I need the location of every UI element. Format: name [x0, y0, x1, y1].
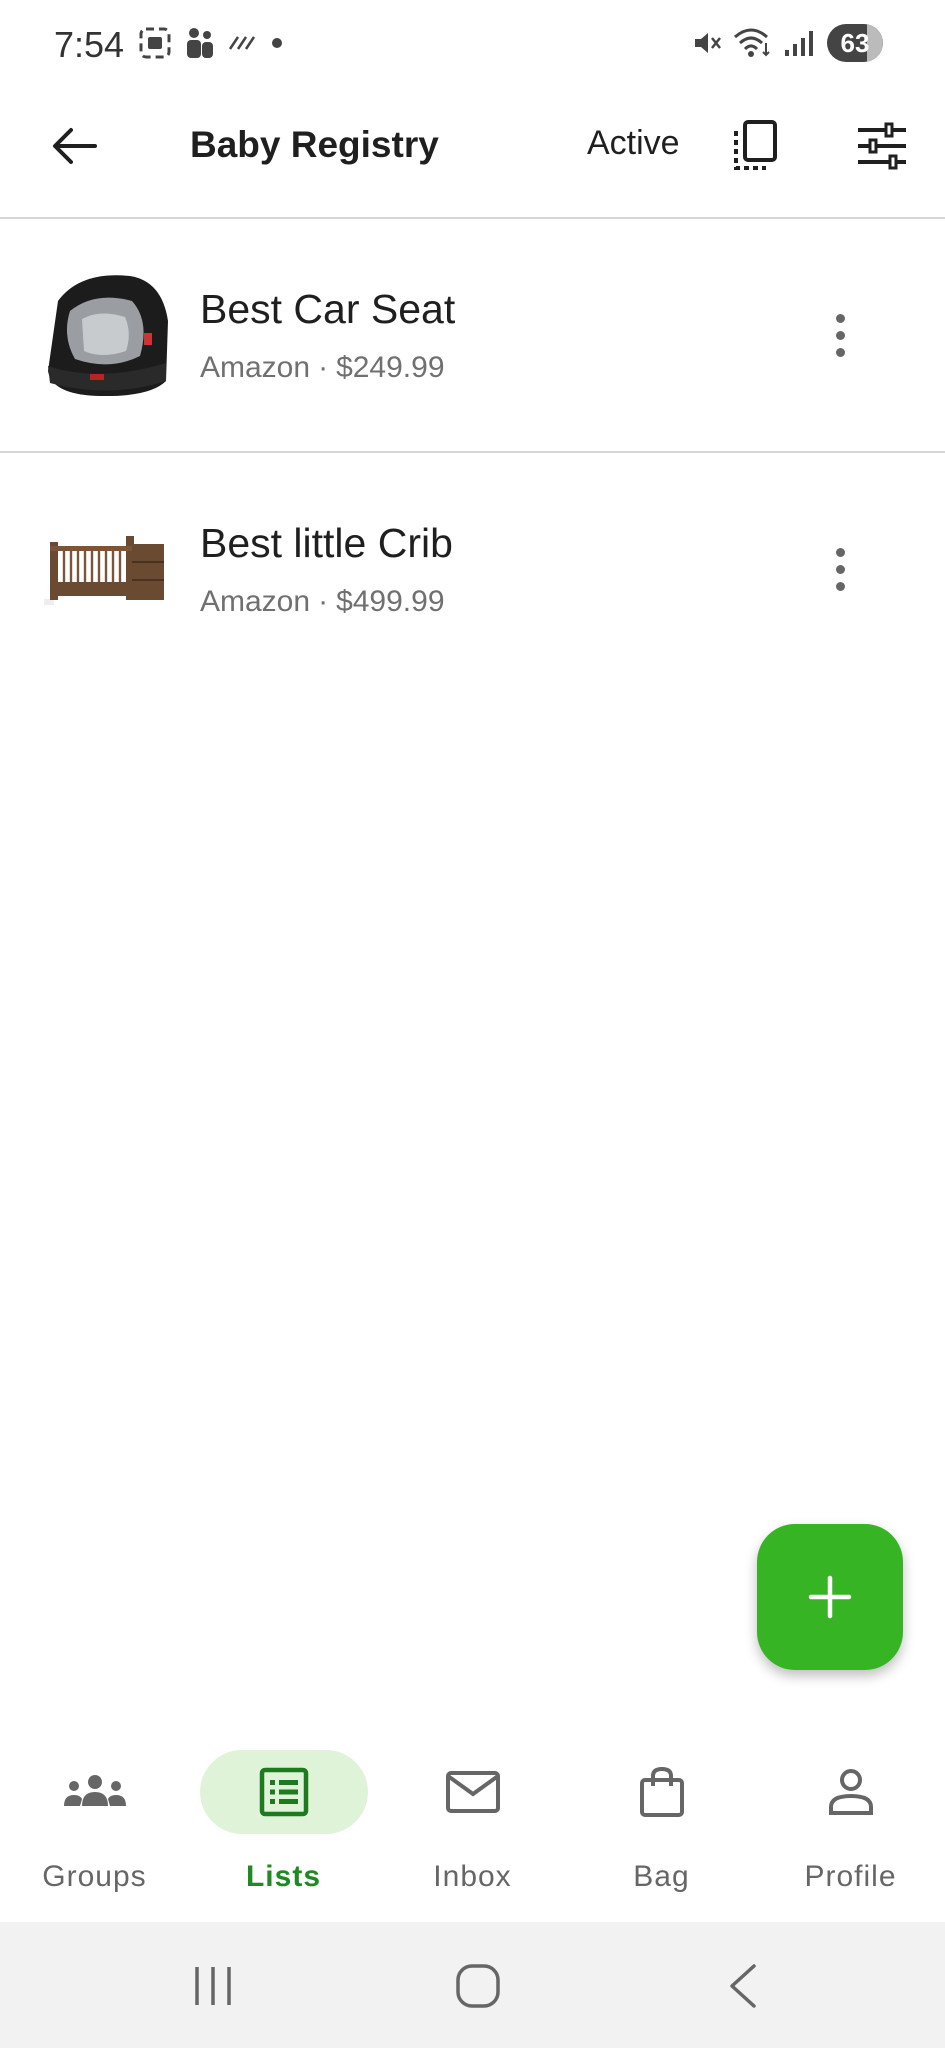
- people-icon: [187, 28, 213, 58]
- battery-level: 63: [840, 27, 870, 58]
- more-options-button[interactable]: [820, 524, 860, 614]
- data-icon: [228, 36, 256, 50]
- list-item[interactable]: Best little Crib Amazon · $499.99: [0, 452, 945, 682]
- screenshot-icon: [139, 27, 171, 59]
- car-seat-image: [40, 271, 170, 401]
- mail-icon: [445, 1771, 500, 1813]
- nav-label: Bag: [633, 1860, 690, 1893]
- nav-profile[interactable]: Profile: [756, 1750, 945, 1900]
- item-price: $499.99: [336, 585, 445, 618]
- more-options-button[interactable]: [820, 290, 860, 380]
- nav-active-indicator: [199, 1750, 368, 1834]
- page-title: Baby Registry: [190, 124, 439, 165]
- battery-icon: 63: [827, 24, 883, 62]
- status-bar: 7:54 63: [0, 0, 945, 92]
- item-separator: ·: [318, 351, 329, 384]
- back-arrow-icon: [53, 128, 97, 164]
- list-icon: [259, 1767, 308, 1817]
- add-item-button[interactable]: [757, 1524, 903, 1670]
- filter-sliders-icon: [858, 122, 906, 170]
- nav-lists[interactable]: Lists: [189, 1750, 378, 1900]
- item-subtitle: Amazon · $249.99: [200, 351, 445, 385]
- item-subtitle: Amazon · $499.99: [200, 585, 445, 619]
- nav-groups[interactable]: Groups: [0, 1750, 189, 1900]
- status-filter-button[interactable]: Active: [587, 124, 680, 163]
- app-header: Baby Registry Active: [0, 92, 945, 218]
- nav-label: Lists: [245, 1860, 322, 1893]
- bottom-nav: Groups Lists Inbox Bag Profile: [0, 1730, 945, 1922]
- nav-label: Inbox: [433, 1860, 512, 1893]
- home-button[interactable]: [443, 1954, 513, 2018]
- list-item[interactable]: Best Car Seat Amazon · $249.99: [0, 218, 945, 448]
- item-store: Amazon: [200, 585, 311, 618]
- system-back-button[interactable]: [708, 1954, 778, 2018]
- nav-bag[interactable]: Bag: [567, 1750, 756, 1900]
- copy-icon: [734, 120, 777, 170]
- recent-apps-icon: [195, 1967, 231, 2005]
- item-price: $249.99: [336, 351, 445, 384]
- filter-button[interactable]: [850, 114, 914, 178]
- item-title: Best Car Seat: [200, 286, 456, 332]
- item-title: Best little Crib: [200, 520, 453, 566]
- crib-image: [40, 504, 170, 634]
- dot-icon: [272, 38, 282, 48]
- nav-label: Groups: [42, 1860, 147, 1893]
- home-icon: [456, 1964, 500, 2008]
- mute-icon: [695, 33, 721, 53]
- nav-label: Profile: [804, 1860, 897, 1893]
- system-nav-bar: [0, 1922, 945, 2048]
- system-back-icon: [730, 1964, 756, 2008]
- signal-icon: [785, 31, 813, 56]
- item-store: Amazon: [200, 351, 311, 384]
- recent-apps-button[interactable]: [178, 1954, 248, 2018]
- back-button[interactable]: [44, 116, 104, 176]
- more-vert-icon: [835, 547, 845, 557]
- groups-icon: [63, 1775, 126, 1806]
- status-time: 7:54: [54, 24, 125, 65]
- nav-inbox[interactable]: Inbox: [378, 1750, 567, 1900]
- more-vert-icon: [835, 313, 845, 323]
- copy-button[interactable]: [726, 114, 786, 178]
- wifi-icon: [734, 28, 770, 57]
- shopping-bag-icon: [639, 1766, 684, 1817]
- item-separator: ·: [318, 585, 329, 618]
- plus-icon: [808, 1575, 852, 1619]
- person-icon: [828, 1769, 873, 1815]
